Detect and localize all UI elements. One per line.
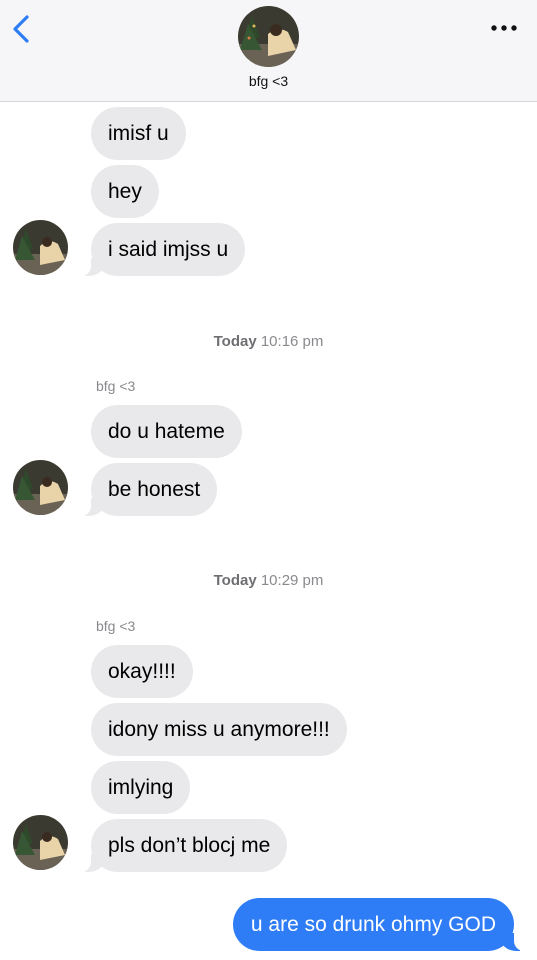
ellipsis-icon[interactable] [489, 20, 519, 36]
message-text: i said imjss u [108, 238, 229, 261]
sender-name: bfg <3 [96, 618, 136, 634]
incoming-message[interactable]: be honest [76, 463, 218, 516]
incoming-message[interactable]: pls don’t blocj me [76, 819, 288, 872]
timestamp-time: 10:29 pm [260, 572, 324, 589]
message-text: okay!!!! [108, 660, 176, 683]
incoming-message[interactable]: okay!!!! [91, 645, 193, 698]
sender-avatar[interactable] [13, 815, 68, 870]
sender-avatar[interactable] [13, 220, 68, 275]
contact-avatar[interactable] [238, 6, 299, 67]
chevron-left-icon[interactable] [10, 14, 34, 44]
message-text: pls don’t blocj me [108, 834, 271, 857]
outgoing-message[interactable]: u are so drunk ohmy GOD [232, 898, 529, 951]
timestamp-time: 10:16 pm [260, 333, 324, 350]
message-text: imisf u [108, 122, 169, 145]
timestamp-day: Today [213, 333, 257, 350]
sender-avatar[interactable] [13, 460, 68, 515]
timestamp: Today 10:16 pm [0, 333, 537, 350]
incoming-message[interactable]: idony miss u anymore!!! [91, 703, 347, 756]
incoming-message[interactable]: imlying [91, 761, 191, 814]
message-text: hey [108, 180, 142, 203]
message-text: u are so drunk ohmy GOD [250, 913, 496, 936]
message-text: be honest [108, 478, 201, 501]
incoming-message[interactable]: i said imjss u [76, 223, 246, 276]
message-text: do u hateme [108, 420, 225, 443]
conversation-header: bfg <3 [0, 0, 537, 102]
incoming-message[interactable]: imisf u [91, 107, 186, 160]
message-text: idony miss u anymore!!! [108, 718, 330, 741]
contact-name[interactable]: bfg <3 [0, 73, 537, 89]
incoming-message[interactable]: hey [91, 165, 159, 218]
incoming-message[interactable]: do u hateme [91, 405, 242, 458]
sender-name: bfg <3 [96, 378, 136, 394]
timestamp-day: Today [213, 572, 257, 589]
timestamp: Today 10:29 pm [0, 572, 537, 589]
message-text: imlying [108, 776, 174, 799]
